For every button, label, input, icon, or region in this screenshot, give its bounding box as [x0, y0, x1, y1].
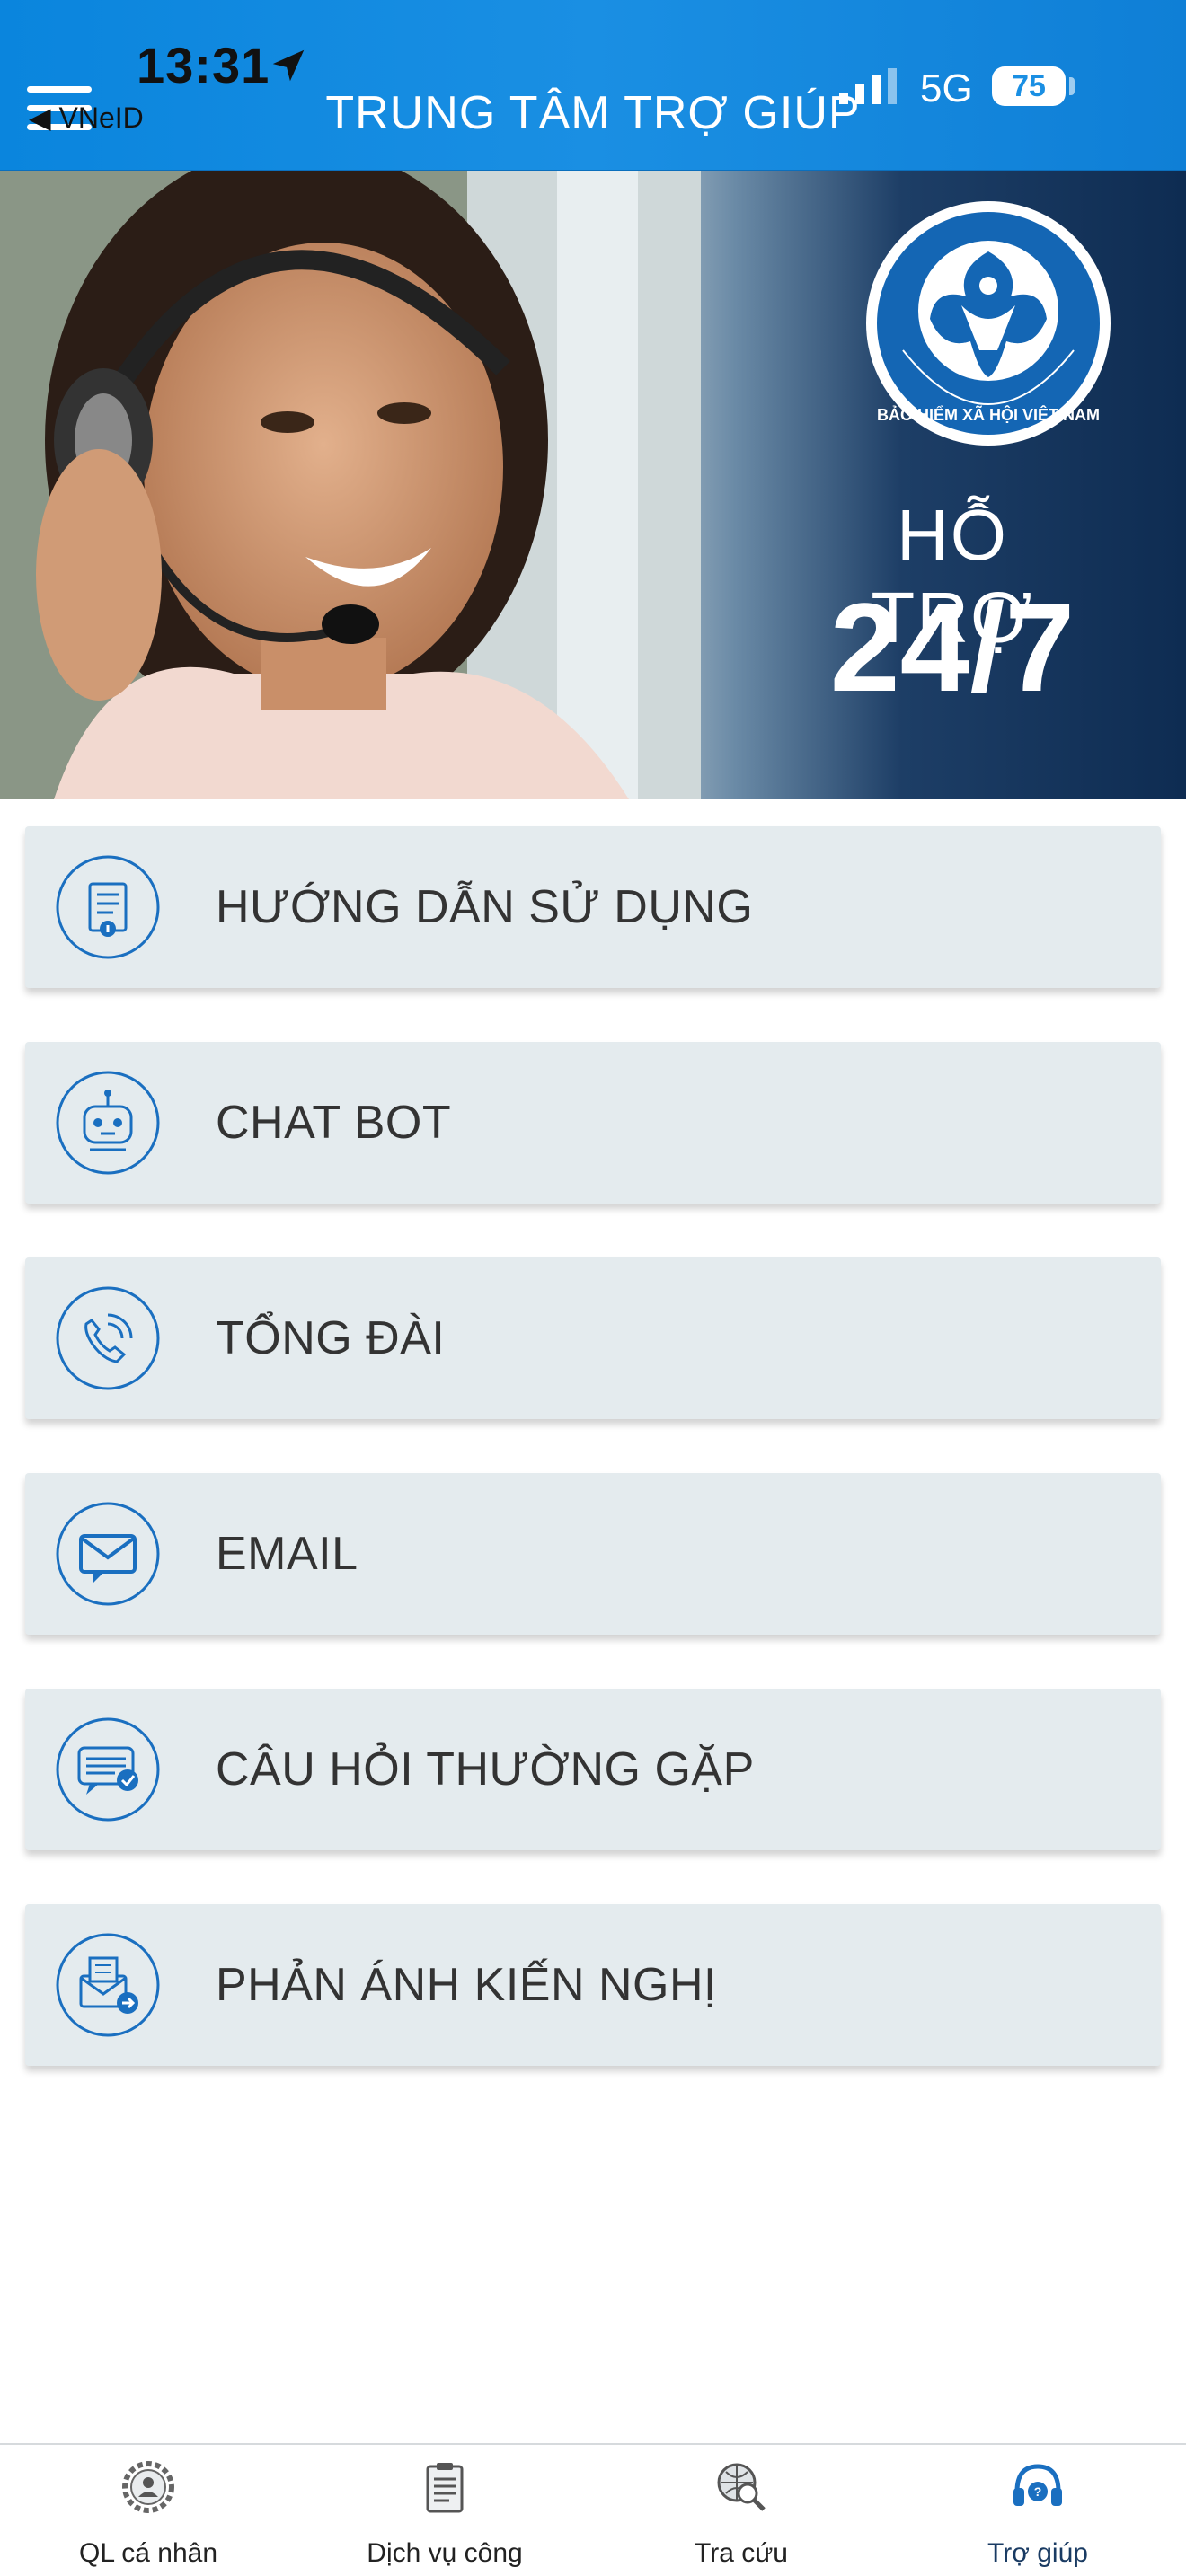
- clipboard-icon: [426, 2463, 464, 2513]
- user-gear-icon: [122, 2461, 174, 2513]
- svg-text:?: ?: [1034, 2484, 1042, 2499]
- header: 13:31 ◀ VNeID TRUNG TÂM TRỢ GIÚP 5G 75: [0, 0, 1186, 171]
- battery-icon: 75: [992, 66, 1066, 106]
- bottom-tab-bar: QL cá nhân Dịch vụ công Tra cứu ? Trợ gi…: [0, 2443, 1186, 2576]
- tab-public-services[interactable]: Dịch vụ công: [296, 2445, 593, 2576]
- robot-icon: [56, 1071, 160, 1175]
- menu-item-feedback[interactable]: PHẢN ÁNH KIẾN NGHỊ: [25, 1904, 1161, 2066]
- tab-help[interactable]: ? Trợ giúp: [890, 2445, 1186, 2576]
- menu-item-user-guide[interactable]: HƯỚNG DẪN SỬ DỤNG: [25, 826, 1161, 988]
- menu-item-email[interactable]: EMAIL: [25, 1473, 1161, 1635]
- menu-item-label: EMAIL: [216, 1528, 358, 1580]
- menu-item-label: TỔNG ĐÀI: [216, 1312, 446, 1364]
- support-agent-image: [0, 171, 701, 799]
- menu-item-hotline[interactable]: TỔNG ĐÀI: [25, 1257, 1161, 1419]
- faq-chat-icon: [56, 1717, 160, 1822]
- tab-lookup[interactable]: Tra cứu: [593, 2445, 890, 2576]
- menu-item-label: HƯỚNG DẪN SỬ DỤNG: [216, 881, 754, 933]
- network-type: 5G: [920, 66, 973, 110]
- email-icon: [56, 1502, 160, 1606]
- help-menu-list: HƯỚNG DẪN SỬ DỤNG CHAT BOT TỔNG ĐÀI EMAI…: [25, 826, 1161, 2120]
- headset-help-icon: ?: [1013, 2464, 1062, 2506]
- menu-item-label: CÂU HỎI THƯỜNG GẶP: [216, 1743, 755, 1795]
- globe-search-icon: [717, 2463, 766, 2511]
- menu-item-faq[interactable]: CÂU HỎI THƯỜNG GẶP: [25, 1689, 1161, 1850]
- signal-icon: [839, 68, 897, 104]
- tab-label: QL cá nhân: [79, 2538, 217, 2568]
- menu-item-label: CHAT BOT: [216, 1097, 452, 1149]
- tab-label: Dịch vụ công: [367, 2538, 523, 2568]
- battery-tip: [1069, 77, 1075, 95]
- feedback-mail-icon: [56, 1933, 160, 2037]
- menu-item-label: PHẢN ÁNH KIẾN NGHỊ: [216, 1959, 717, 2011]
- menu-item-chat-bot[interactable]: CHAT BOT: [25, 1042, 1161, 1204]
- phone-icon: [56, 1286, 160, 1390]
- vietnam-social-insurance-seal-icon: BẢO HIỂM XÃ HỘI VIỆT NAM: [866, 201, 1111, 446]
- guide-document-icon: [56, 855, 160, 959]
- banner-headline: 24/7: [829, 577, 1075, 718]
- support-banner: BẢO HIỂM XÃ HỘI VIỆT NAM HỖ TRỢ 24/7: [0, 171, 1186, 799]
- tab-label: Trợ giúp: [987, 2538, 1088, 2568]
- tab-label: Tra cứu: [695, 2538, 788, 2568]
- location-arrow-icon: [272, 49, 305, 82]
- svg-text:BẢO HIỂM XÃ HỘI VIỆT NAM: BẢO HIỂM XÃ HỘI VIỆT NAM: [877, 405, 1100, 424]
- tab-personal[interactable]: QL cá nhân: [0, 2445, 296, 2576]
